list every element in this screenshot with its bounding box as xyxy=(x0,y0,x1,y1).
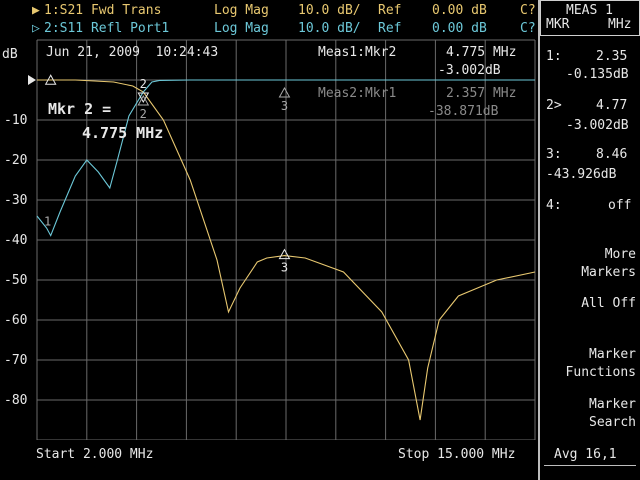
unit-label: dB xyxy=(2,47,18,62)
timestamp: Jun 21, 2009 10:24:43 xyxy=(46,45,219,60)
marker2-freq[interactable]: 4.77 xyxy=(596,98,627,113)
marker-functions-button[interactable]: Marker Functions xyxy=(566,346,636,382)
meas1-label: Meas1:Mkr2 xyxy=(318,45,397,60)
more-markers-label-2: Markers xyxy=(581,265,636,280)
averaging-status: Avg 16,1 xyxy=(554,447,617,462)
marker1-freq[interactable]: 2.35 xyxy=(596,49,627,64)
marker-1-trace2-label: 1 xyxy=(44,215,51,229)
softkey-title: MEAS 1 xyxy=(566,3,613,18)
marker-3-trace2-label: 3 xyxy=(281,99,288,113)
marker3-value: -43.926dB xyxy=(546,167,617,182)
softkey-subtitle-right: MHz xyxy=(608,17,632,32)
meas2-value: -38.871dB xyxy=(428,104,499,119)
marker3-number[interactable]: 3: xyxy=(546,147,562,162)
marker4-state[interactable]: off xyxy=(608,198,631,213)
marker-3-trace2-icon[interactable] xyxy=(278,86,291,98)
all-off-label: All Off xyxy=(581,296,636,311)
more-markers-label-1: More xyxy=(604,247,636,262)
y-tick-label: -30 xyxy=(4,193,28,208)
reference-level-arrow xyxy=(28,75,36,85)
meas2-freq: 2.357 MHz xyxy=(446,86,517,101)
y-tick-label: -10 xyxy=(4,113,28,128)
avg-underline xyxy=(544,465,636,466)
marker-search-label-2: Search xyxy=(589,415,636,430)
y-tick-label: -70 xyxy=(4,353,28,368)
stop-frequency[interactable]: Stop 15.000 MHz xyxy=(398,447,515,462)
marker-2-trace2-label: 2 xyxy=(140,107,147,121)
y-tick-label: -60 xyxy=(4,313,28,328)
marker-2-trace1-label: 2 xyxy=(140,77,147,91)
marker-functions-label-1: Marker xyxy=(589,347,636,362)
y-tick-label: -80 xyxy=(4,393,28,408)
meas1-value: -3.002dB xyxy=(438,63,501,78)
marker1-number[interactable]: 1: xyxy=(546,49,562,64)
marker-3-trace1-label: 3 xyxy=(281,261,288,275)
y-tick-label: -50 xyxy=(4,273,28,288)
marker-readout-line1: Mkr 2 = xyxy=(48,100,112,118)
y-tick-label: -40 xyxy=(4,233,28,248)
marker3-freq[interactable]: 8.46 xyxy=(596,147,627,162)
meas2-label: Meas2:Mkr1 xyxy=(318,86,397,101)
marker-search-label-1: Marker xyxy=(589,397,636,412)
marker-functions-label-2: Functions xyxy=(565,365,636,380)
more-markers-button[interactable]: More Markers xyxy=(581,246,636,282)
marker-3-trace1-icon[interactable] xyxy=(278,248,291,260)
marker2-number[interactable]: 2> xyxy=(546,98,562,113)
all-off-button[interactable]: All Off xyxy=(581,295,636,313)
marker-readout-line2: 4.775 MHz xyxy=(82,124,164,142)
panel-divider xyxy=(538,0,540,480)
y-tick-label: -20 xyxy=(4,153,28,168)
marker-search-button[interactable]: Marker Search xyxy=(589,396,636,432)
start-frequency[interactable]: Start 2.000 MHz xyxy=(36,447,153,462)
marker4-number[interactable]: 4: xyxy=(546,198,562,213)
marker2-value: -3.002dB xyxy=(566,118,629,133)
softkey-subtitle-left: MKR xyxy=(546,17,570,32)
marker1-value: -0.135dB xyxy=(566,67,629,82)
meas1-freq: 4.775 MHz xyxy=(446,45,517,60)
